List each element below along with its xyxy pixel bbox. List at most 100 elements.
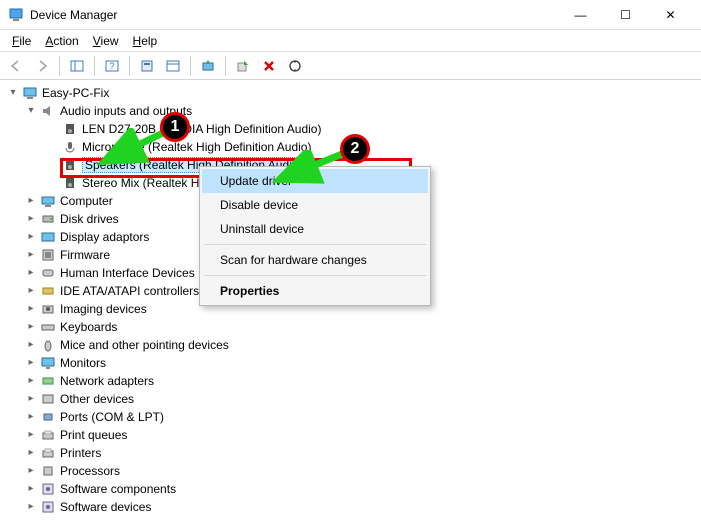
tree-category-label: Disk drives [60,210,119,228]
annotation-badge-2: 2 [340,134,370,164]
expand-icon[interactable]: ▸ [24,300,38,318]
device-category-icon [40,445,56,461]
tree-category-label: Keyboards [60,318,117,336]
scan-hardware-button[interactable] [283,55,307,77]
tree-category[interactable]: ▸ Monitors [6,354,701,372]
context-menu-separator [204,275,426,276]
menu-bar: File Action View Help [0,30,701,52]
tree-category-label: Firmware [60,246,110,264]
show-hide-tree-button[interactable] [65,55,89,77]
uninstall-device-button[interactable] [257,55,281,77]
tree-category[interactable]: ▸ Processors [6,462,701,480]
menu-file[interactable]: File [6,32,37,50]
tree-item-label: LEN D27-20B (NVIDIA High Definition Audi… [82,120,321,138]
speaker-icon [62,175,78,191]
expand-icon[interactable]: ▸ [24,228,38,246]
tree-category-label: Other devices [60,390,134,408]
microphone-icon [62,139,78,155]
speaker-icon [62,157,78,173]
expand-icon[interactable]: ▸ [24,426,38,444]
toolbar: ? [0,52,701,80]
expand-icon[interactable]: ▸ [24,336,38,354]
device-category-icon [40,373,56,389]
collapse-icon[interactable]: ▾ [24,102,38,120]
device-category-icon [40,283,56,299]
menu-action[interactable]: Action [39,32,84,50]
tree-category-label: Printers [60,444,101,462]
expand-icon[interactable]: ▸ [24,480,38,498]
tree-category-label: Software devices [60,498,151,516]
context-menu-update-driver[interactable]: Update driver [202,169,428,193]
computer-icon [22,85,38,101]
help-button[interactable]: ? [100,55,124,77]
menu-help[interactable]: Help [127,32,164,50]
device-category-icon [40,337,56,353]
expand-icon[interactable]: ▸ [24,408,38,426]
tree-category[interactable]: ▸Ports (COM & LPT) [6,408,701,426]
context-menu-separator [204,244,426,245]
expand-icon[interactable]: ▸ [24,192,38,210]
tree-category-label: Imaging devices [60,300,147,318]
tree-category[interactable]: ▸ Other devices [6,390,701,408]
expand-icon[interactable]: ▸ [24,372,38,390]
collapse-icon[interactable]: ▾ [6,84,20,102]
device-category-icon [40,229,56,245]
tree-category[interactable]: ▸ Mice and other pointing devices [6,336,701,354]
context-menu-uninstall-device[interactable]: Uninstall device [202,217,428,241]
expand-icon[interactable]: ▸ [24,354,38,372]
maximize-button[interactable]: ☐ [603,1,648,29]
tree-root[interactable]: ▾ Easy-PC-Fix [6,84,701,102]
device-category-icon [40,427,56,443]
device-category-icon [40,463,56,479]
audio-icon [40,103,56,119]
tree-category-audio[interactable]: ▾ Audio inputs and outputs [6,102,701,120]
expand-icon[interactable]: ▸ [24,444,38,462]
minimize-button[interactable]: — [558,1,603,29]
expand-icon[interactable]: ▸ [24,246,38,264]
tree-category[interactable]: ▸ Keyboards [6,318,701,336]
device-category-icon [40,499,56,515]
tree-category-label: Monitors [60,354,106,372]
device-category-icon [40,481,56,497]
context-menu-disable-device[interactable]: Disable device [202,193,428,217]
device-category-icon [40,391,56,407]
tree-root-label: Easy-PC-Fix [42,84,109,102]
tree-category-label: Mice and other pointing devices [60,336,229,354]
tree-category[interactable]: ▸ Printers [6,444,701,462]
tree-category-label: Print queues [60,426,127,444]
tree-category[interactable]: ▸ Software devices [6,498,701,516]
update-driver-button[interactable] [196,55,220,77]
expand-icon[interactable]: ▸ [24,318,38,336]
expand-icon[interactable]: ▸ [24,282,38,300]
toolbar-separator [225,56,226,76]
tree-category[interactable]: ▸ Print queues [6,426,701,444]
tree-category-label: Network adapters [60,372,154,390]
expand-icon[interactable]: ▸ [24,390,38,408]
forward-button[interactable] [30,55,54,77]
enable-device-button[interactable] [231,55,255,77]
device-category-icon [40,319,56,335]
properties-button[interactable] [135,55,159,77]
device-category-icon [40,409,56,425]
expand-icon[interactable]: ▸ [24,264,38,282]
back-button[interactable] [4,55,28,77]
tree-category-label: Human Interface Devices [60,264,195,282]
context-menu-properties[interactable]: Properties [202,279,428,303]
expand-icon[interactable]: ▸ [24,462,38,480]
view-button[interactable] [161,55,185,77]
close-button[interactable]: ✕ [648,1,693,29]
tree-category[interactable]: ▸Software components [6,480,701,498]
device-category-icon [40,265,56,281]
device-category-icon [40,193,56,209]
speaker-icon [62,121,78,137]
expand-icon[interactable]: ▸ [24,498,38,516]
context-menu-scan-hardware[interactable]: Scan for hardware changes [202,248,428,272]
tree-category-label: Processors [60,462,120,480]
tree-category[interactable]: ▸ Network adapters [6,372,701,390]
menu-view[interactable]: View [87,32,125,50]
context-menu: Update driver Disable device Uninstall d… [199,166,431,306]
toolbar-separator [129,56,130,76]
window-title: Device Manager [30,8,558,22]
toolbar-separator [190,56,191,76]
expand-icon[interactable]: ▸ [24,210,38,228]
